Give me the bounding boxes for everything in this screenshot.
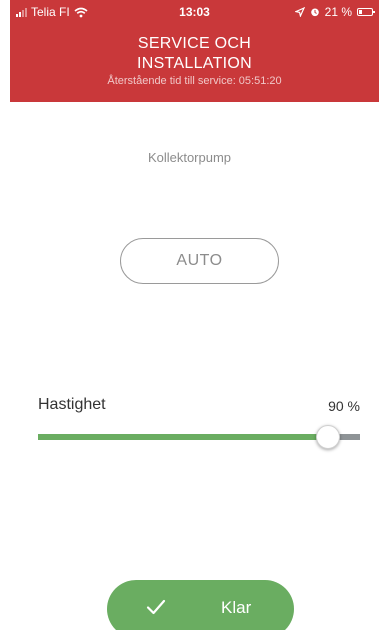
mode-auto-button[interactable]: AUTO [120, 238, 279, 284]
check-icon [146, 599, 166, 615]
battery-percent: 21 % [324, 5, 352, 19]
pump-label: Kollektorpump [147, 150, 232, 165]
speed-value: 90 % [328, 398, 360, 414]
status-bar: Telia FI 13:03 21 % [10, 0, 379, 24]
done-label: Klar [221, 598, 252, 617]
done-button[interactable]: Klar [107, 580, 294, 630]
mode-auto-label: AUTO [176, 252, 223, 269]
page-title-line2: INSTALLATION [136, 55, 253, 72]
screen: Telia FI 13:03 21 % SERVICE OCH INSTALLA… [0, 0, 379, 630]
location-arrow-icon [294, 7, 305, 17]
speed-slider[interactable] [38, 422, 360, 452]
alarm-icon [310, 8, 319, 17]
speed-label: Hastighet [38, 396, 106, 413]
slider-fill [38, 434, 328, 440]
page-title-line1: SERVICE OCH [137, 35, 252, 52]
battery-icon [357, 8, 375, 16]
status-right: 21 % [294, 5, 375, 19]
header: Telia FI 13:03 21 % SERVICE OCH INSTALLA… [10, 0, 379, 102]
service-countdown: Återstående tid till service: 05:51:20 [107, 75, 282, 87]
slider-thumb[interactable] [315, 425, 340, 449]
